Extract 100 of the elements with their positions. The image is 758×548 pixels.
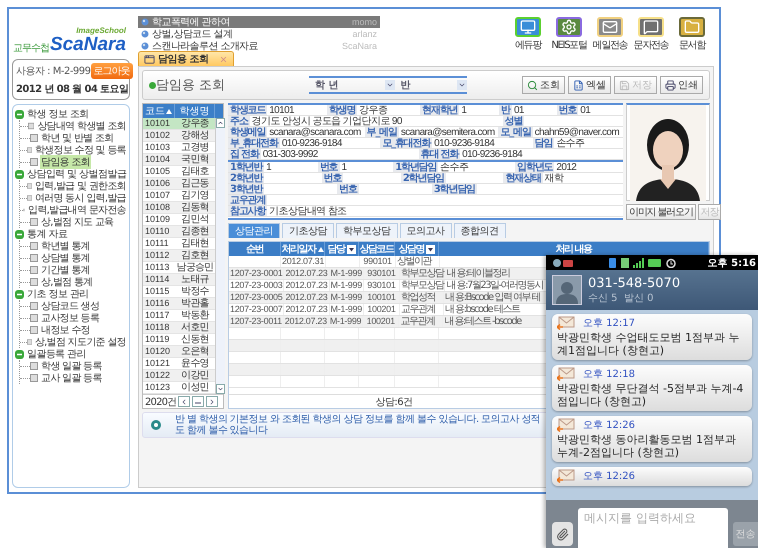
menu-item[interactable]: 상,벌점 지도 교육 bbox=[40, 215, 115, 229]
notice-row[interactable]: 상벌,상담코드 설계 arlanz bbox=[138, 28, 380, 40]
shortcut-button[interactable]: 문자전송 bbox=[631, 17, 671, 51]
menu-group[interactable]: 학생 정보 조회 bbox=[27, 107, 89, 121]
table-cell: 1207-23-0001 bbox=[229, 268, 284, 279]
menu-group[interactable]: 통계 자료 bbox=[27, 227, 68, 241]
menu-item[interactable]: 학생정보 수정 및 등록 bbox=[34, 143, 127, 157]
field-label: 번호 bbox=[337, 184, 359, 194]
table-cell-text: 김민석 bbox=[180, 214, 210, 225]
notice-row[interactable]: 학교폭력에 관하여 momo bbox=[138, 16, 380, 28]
field-label: 현재학년 bbox=[420, 105, 460, 115]
menu-item[interactable]: 기간별 통계 bbox=[40, 263, 91, 277]
scrollbar[interactable] bbox=[215, 118, 225, 394]
table-cell-text: 박관홀 bbox=[180, 298, 210, 309]
student-row[interactable]: 10103 고경병 bbox=[143, 142, 215, 154]
field-value: scanara@scanara.com bbox=[268, 127, 362, 137]
student-row[interactable]: 10104 국민혁 bbox=[143, 154, 215, 166]
student-row[interactable]: 10111 김태현 bbox=[143, 238, 215, 250]
globe-icon bbox=[141, 42, 149, 50]
dropdown-icon[interactable] bbox=[346, 244, 356, 254]
menu-item[interactable]: 내정보 수정 bbox=[40, 323, 91, 337]
caret-icon bbox=[386, 81, 394, 89]
table-cell-text: 김태호 bbox=[180, 166, 210, 177]
student-row[interactable]: 10106 김근동 bbox=[143, 178, 215, 190]
student-row[interactable]: 10110 김종현 bbox=[143, 226, 215, 238]
student-row[interactable]: 10121 윤수영 bbox=[143, 358, 215, 370]
student-row[interactable]: 10119 신동현 bbox=[143, 334, 215, 346]
page-button[interactable] bbox=[192, 396, 204, 407]
tab[interactable]: 기초상담 bbox=[282, 223, 334, 238]
menu-item[interactable]: 상담코드 생성 bbox=[40, 299, 100, 313]
tab[interactable]: 학부모상담 bbox=[336, 223, 398, 238]
tab[interactable]: 종합의견 bbox=[454, 223, 506, 238]
collapse-icon[interactable] bbox=[15, 170, 24, 178]
student-row[interactable]: 10113 남궁승민 bbox=[143, 262, 215, 274]
message-text: 박광민학생 무단결석 -5점부과 누계-4점입니다 (창현고) bbox=[557, 382, 744, 408]
caret-icon bbox=[458, 81, 466, 89]
menu-group[interactable]: 상담입력 및 상벌점발급 bbox=[27, 167, 126, 181]
close-icon[interactable] bbox=[219, 54, 228, 64]
table-cell-text: 강해성 bbox=[180, 130, 210, 141]
field-value: 1 bbox=[460, 105, 468, 115]
field-label: 번호 bbox=[322, 173, 344, 183]
student-row[interactable]: 10108 김동혁 bbox=[143, 202, 215, 214]
menu-item[interactable]: 학년별 통계 bbox=[40, 239, 91, 253]
student-row[interactable]: 10117 박동환 bbox=[143, 310, 215, 322]
notification-icon bbox=[552, 258, 574, 268]
collapse-icon[interactable] bbox=[15, 110, 24, 118]
field-label: 담임 bbox=[532, 138, 554, 148]
table-cell-text: 10120 bbox=[144, 346, 172, 357]
table-cell-text: 10117 bbox=[144, 310, 170, 321]
menu-item[interactable]: 상담내역 학생별 조회 bbox=[36, 119, 127, 133]
menu-item[interactable]: 상,벌점 지도기준 설정 bbox=[34, 335, 127, 349]
student-row[interactable]: 10107 김기영 bbox=[143, 190, 215, 202]
notice-row[interactable]: 스캔나라솔루션 소개자료 ScaNara bbox=[138, 40, 380, 52]
toolbar-button[interactable]: 인쇄 bbox=[660, 76, 703, 94]
table-cell: 2012.07.31 bbox=[281, 256, 326, 267]
field-value: 손수주 bbox=[555, 138, 586, 148]
student-row[interactable]: 10120 오은혁 bbox=[143, 346, 215, 358]
collapse-icon[interactable] bbox=[15, 230, 24, 238]
student-row[interactable]: 10122 이강민 bbox=[143, 370, 215, 382]
student-row[interactable]: 10114 노태규 bbox=[143, 274, 215, 286]
menu-item[interactable]: 상,벌점 통계 bbox=[40, 275, 94, 289]
student-row[interactable]: 10101 강우종 bbox=[143, 118, 215, 130]
field-value: 031-303-9992 bbox=[262, 149, 319, 159]
menu-item[interactable]: 교사 일괄 등록 bbox=[40, 371, 103, 385]
menu-item[interactable]: 교사정보 등록 bbox=[40, 311, 100, 325]
menu-item[interactable]: 입력,발급내역 문자전송 bbox=[27, 203, 127, 217]
shortcut-button[interactable]: NEIS포털 bbox=[549, 17, 589, 51]
menu-group[interactable]: 기초 정보 관리 bbox=[27, 287, 89, 301]
student-row[interactable]: 10105 김태호 bbox=[143, 166, 215, 178]
attach-button[interactable] bbox=[552, 522, 574, 546]
student-row[interactable]: 10123 이성민 bbox=[143, 382, 215, 394]
menu-item[interactable]: 상담별 통계 bbox=[40, 251, 91, 265]
menu-item[interactable]: 학년 및 반별 조회 bbox=[40, 131, 115, 145]
shortcut-button[interactable]: 문서함 bbox=[672, 17, 712, 51]
tab[interactable]: 모의고사 bbox=[400, 223, 452, 238]
save-icon bbox=[619, 80, 630, 90]
menu-item[interactable]: 입력,발급 및 권한조회 bbox=[34, 179, 127, 193]
dropdown-icon[interactable] bbox=[426, 244, 435, 254]
student-row[interactable]: 10115 박정수 bbox=[143, 286, 215, 298]
student-row[interactable]: 10102 강해성 bbox=[143, 130, 215, 142]
field-label: 3학년반 bbox=[228, 184, 264, 194]
shortcut-button[interactable]: 에듀팡 bbox=[508, 17, 548, 51]
toolbar-button[interactable]: 조회 bbox=[522, 76, 565, 94]
menu-item[interactable]: 담임용 조회 bbox=[40, 155, 91, 169]
student-row[interactable]: 10112 김호현 bbox=[143, 250, 215, 262]
image-button[interactable]: 이미지 불러오기 bbox=[626, 204, 696, 220]
collapse-icon[interactable] bbox=[15, 350, 24, 358]
toolbar-button[interactable]: 엑셀 bbox=[568, 76, 611, 94]
student-row[interactable]: 10116 박관홀 bbox=[143, 298, 215, 310]
menu-item[interactable]: 여러명 동시 입력,발급 bbox=[34, 191, 127, 205]
message-input[interactable]: 메시지를 입력하세요 bbox=[578, 508, 728, 548]
student-row[interactable]: 10118 서호민 bbox=[143, 322, 215, 334]
shortcut-button[interactable]: 메일전송 bbox=[590, 17, 630, 51]
menu-group[interactable]: 일괄등록 관리 bbox=[27, 347, 86, 361]
table-cell-text: 10113 bbox=[144, 262, 170, 273]
menu-item[interactable]: 학생 일괄 등록 bbox=[40, 359, 103, 373]
student-row[interactable]: 10109 김민석 bbox=[143, 214, 215, 226]
tab[interactable]: 담임용 조회 bbox=[138, 51, 234, 66]
collapse-icon[interactable] bbox=[15, 290, 24, 298]
mail-icon bbox=[602, 19, 618, 35]
